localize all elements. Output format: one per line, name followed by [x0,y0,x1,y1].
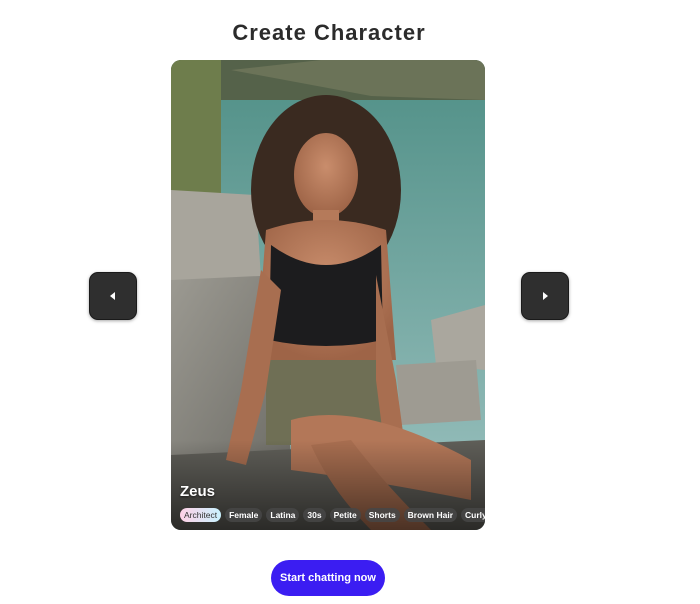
tag-list: Architect Female Latina 30s Petite Shorts Brow… [180,508,485,522]
tag-chip: Latina [266,508,300,522]
previous-character-button[interactable] [89,272,137,320]
character-name: Zeus [180,483,216,500]
tag-chip: 30s [303,508,326,522]
tag-chip: Female [225,508,263,522]
page-title: Create Character [232,20,426,45]
start-chatting-button[interactable]: Start chatting now [271,560,385,596]
tag-chip: Shorts [364,508,400,522]
create-character-page: Create Character Zeus Architect Female L… [0,0,700,604]
tag-chip: Brown Hair [403,508,458,522]
tag-chip: Architect [180,508,222,522]
caret-right-icon [543,292,548,300]
next-character-button[interactable] [521,272,569,320]
caret-left-icon [110,292,115,300]
character-card[interactable]: Zeus Architect Female Latina 30s Petite Short… [171,60,485,530]
tag-chip: Curly Ha [461,508,485,522]
tag-chip: Petite [329,508,361,522]
